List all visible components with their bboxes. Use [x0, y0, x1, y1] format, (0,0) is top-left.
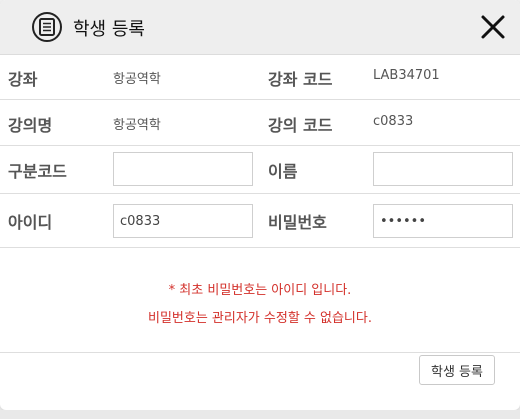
close-icon[interactable] — [480, 14, 506, 40]
course-code-label: 강좌 코드 — [268, 70, 333, 89]
lecture-name-value: 항공역학 — [113, 118, 161, 133]
division-name-row: 구분코드 이름 — [0, 146, 520, 194]
dialog-title: 학생 등록 — [73, 19, 145, 40]
name-label: 이름 — [268, 162, 298, 181]
id-input[interactable] — [113, 204, 253, 238]
lecture-name-label: 강의명 — [8, 116, 53, 135]
course-value: 항공역학 — [113, 72, 161, 87]
division-code-label: 구분코드 — [8, 162, 67, 181]
dialog-header: 학생 등록 — [0, 0, 520, 55]
account-row: 아이디 비밀번호 — [0, 194, 520, 248]
footer-divider — [0, 352, 520, 353]
password-notice-line1: * 최초 비밀번호는 아이디 입니다. — [168, 283, 352, 298]
password-label: 비밀번호 — [268, 213, 327, 232]
lecture-code-value: c0833 — [373, 114, 414, 129]
id-label: 아이디 — [8, 213, 53, 232]
backdrop — [0, 410, 520, 419]
password-notice-line2: 비밀번호는 관리자가 수정할 수 없습니다. — [148, 311, 372, 326]
course-label: 강좌 — [8, 70, 38, 89]
course-row: 강좌 항공역학 강좌 코드 LAB34701 — [0, 54, 520, 100]
register-student-button[interactable]: 학생 등록 — [419, 355, 495, 385]
course-code-value: LAB34701 — [373, 68, 440, 83]
name-input[interactable] — [373, 152, 513, 186]
division-code-input[interactable] — [113, 152, 253, 186]
lecture-code-label: 강의 코드 — [268, 116, 333, 135]
student-register-dialog: 학생 등록 강좌 항공역학 강좌 코드 LAB34701 강의명 항공역학 강의… — [0, 0, 520, 410]
password-input[interactable] — [373, 204, 513, 238]
document-icon — [32, 12, 62, 42]
lecture-row: 강의명 항공역학 강의 코드 c0833 — [0, 100, 520, 146]
